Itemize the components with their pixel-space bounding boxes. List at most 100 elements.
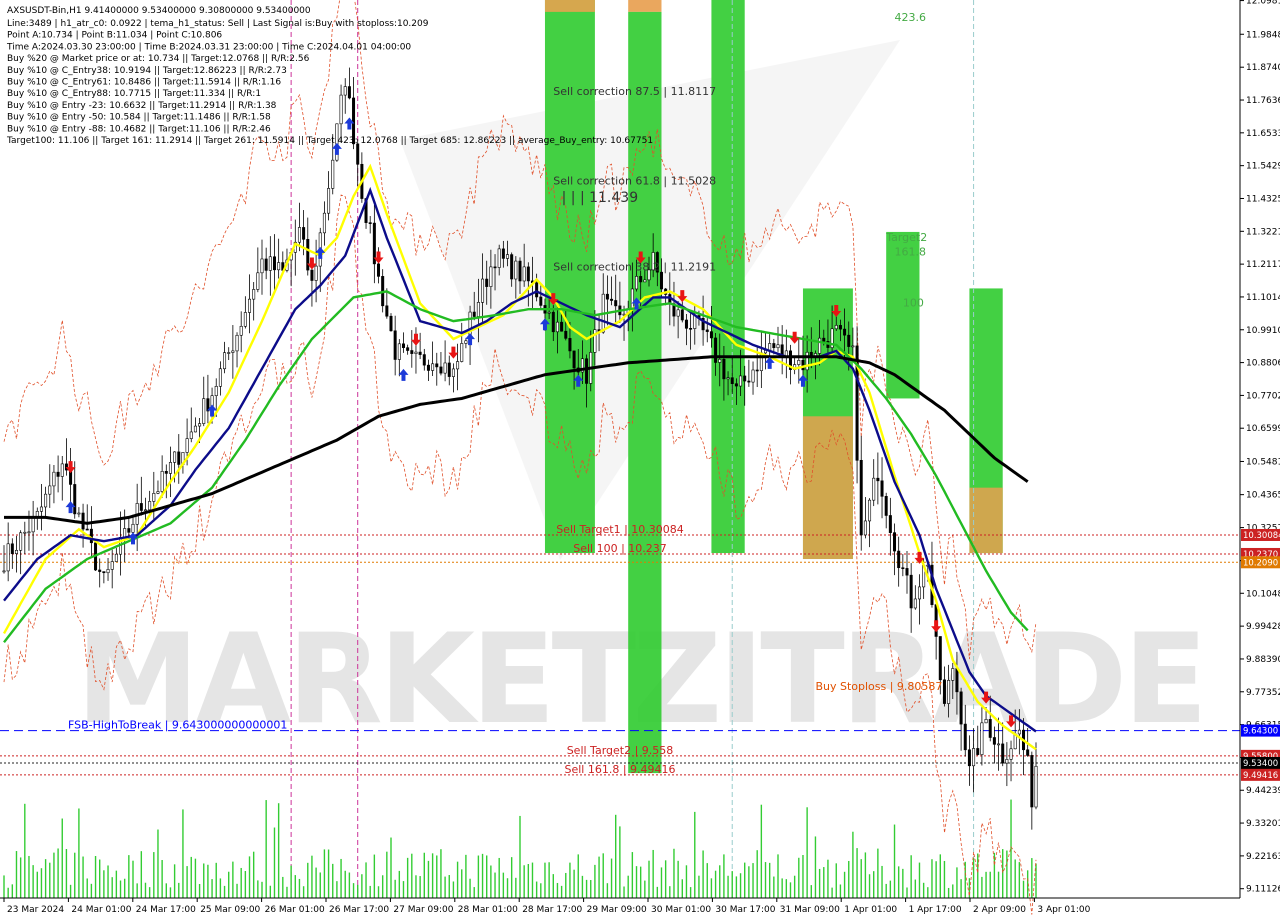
candle-body (868, 499, 872, 522)
candle-body (347, 86, 351, 99)
candle-body (635, 276, 639, 290)
candle-body (52, 471, 56, 487)
candle-body (260, 258, 264, 274)
candle-body (547, 311, 551, 314)
price-tick-label: 11.3221 (1246, 227, 1280, 237)
candle-body (401, 343, 405, 348)
candle-body (56, 471, 60, 477)
candle-body (872, 477, 876, 501)
time-tick-label: 2 Apr 09:00 (973, 905, 1026, 915)
chart-annotation: 161.8 (895, 246, 927, 259)
candle-body (264, 258, 268, 271)
candle-body (123, 528, 127, 538)
candle-body (510, 254, 514, 280)
price-tick-label: 9.77352 (1246, 688, 1280, 698)
candle-body (6, 543, 10, 572)
candle-body (955, 668, 959, 693)
candle-body (751, 369, 755, 383)
info-line: Buy %10 @ C_Entry61: 10.8486 || Target:1… (7, 78, 281, 88)
candle-body (614, 300, 618, 307)
candle-body (481, 278, 485, 303)
zone-overlay (969, 487, 1003, 554)
candle-body (397, 343, 401, 360)
candle-body (801, 359, 805, 371)
candle-body (897, 550, 901, 569)
price-tick-label: 9.11126 (1246, 885, 1280, 895)
candle-body (410, 350, 414, 354)
candle-body (1030, 755, 1034, 808)
level-label: Sell 161.8 | 9.49416 (564, 763, 675, 776)
candle-body (938, 636, 942, 681)
candle-body (776, 344, 780, 349)
candle-body (385, 305, 389, 317)
candle-body (976, 748, 980, 755)
candle-body (876, 477, 880, 482)
candle-body (851, 345, 855, 348)
chart-annotation: Sell correction 38.2 | 11.2191 (553, 261, 716, 274)
candle-body (431, 363, 435, 371)
candle-body (110, 561, 114, 570)
candle-body (847, 334, 851, 347)
price-tick-label: 11.5429 (1246, 162, 1280, 172)
chart-annotation: Sell correction 87.5 | 11.8117 (553, 85, 716, 98)
price-tick-label: 10.7702 (1246, 391, 1280, 401)
candle-body (23, 531, 27, 534)
candle-body (173, 451, 177, 463)
candle-body (535, 282, 539, 298)
candle-body (501, 248, 505, 259)
candle-body (747, 380, 751, 383)
candle-body (980, 722, 984, 755)
candle-body (439, 366, 443, 374)
candle-body (243, 312, 247, 327)
candle-body (160, 471, 164, 492)
candle-body (506, 254, 510, 259)
candle-body (551, 311, 555, 333)
candle-body (947, 680, 951, 704)
candle-body (693, 315, 697, 329)
candle-body (10, 543, 14, 554)
candle-body (493, 266, 497, 269)
candle-body (659, 271, 663, 290)
candle-body (772, 343, 776, 349)
price-tick-label: 11.1014 (1246, 293, 1280, 303)
candle-body (164, 471, 168, 474)
candle-body (630, 288, 634, 310)
candle-body (522, 266, 526, 282)
candle-body (997, 743, 1001, 746)
time-tick-label: 3 Apr 01:00 (1037, 905, 1090, 915)
candle-body (272, 256, 276, 271)
chart-annotation: | | | 11.439 (562, 190, 639, 206)
candle-body (464, 340, 468, 344)
time-tick-label: 26 Mar 01:00 (265, 905, 325, 915)
candle-body (560, 321, 564, 332)
info-line: Buy %10 @ Entry -50: 10.584 || Target:11… (7, 113, 271, 123)
candle-body (443, 362, 447, 374)
candle-body (422, 354, 426, 366)
price-level-badge-text: 10.2090 (1243, 558, 1278, 568)
candle-body (984, 719, 988, 724)
candle-body (1017, 729, 1021, 735)
target-zone (628, 11, 662, 774)
candle-body (177, 451, 181, 465)
chart: MARKETZITRADE Sell Target1 | 10.30084Sel… (0, 0, 1280, 920)
candle-body (963, 723, 967, 751)
chart-annotation: Buy Stoploss | 9.80587 (815, 680, 942, 693)
price-tick-label: 11.9848 (1246, 30, 1280, 40)
candle-body (77, 512, 81, 515)
candle-body (252, 289, 256, 300)
candle-body (714, 337, 718, 363)
candle-body (98, 569, 102, 572)
candle-body (60, 463, 64, 477)
candle-body (497, 248, 501, 268)
candle-body (988, 719, 992, 738)
time-tick-label: 24 Mar 01:00 (71, 905, 131, 915)
candle-body (168, 462, 172, 474)
candle-body (426, 364, 430, 371)
candle-body (730, 377, 734, 385)
candle-body (893, 532, 897, 552)
chart-annotation: 423.6 (895, 11, 927, 24)
candle-body (610, 298, 614, 301)
candle-body (555, 321, 559, 333)
candle-body (239, 325, 243, 336)
info-line: Buy %10 @ Entry -88: 10.4682 || Target:1… (7, 124, 271, 134)
